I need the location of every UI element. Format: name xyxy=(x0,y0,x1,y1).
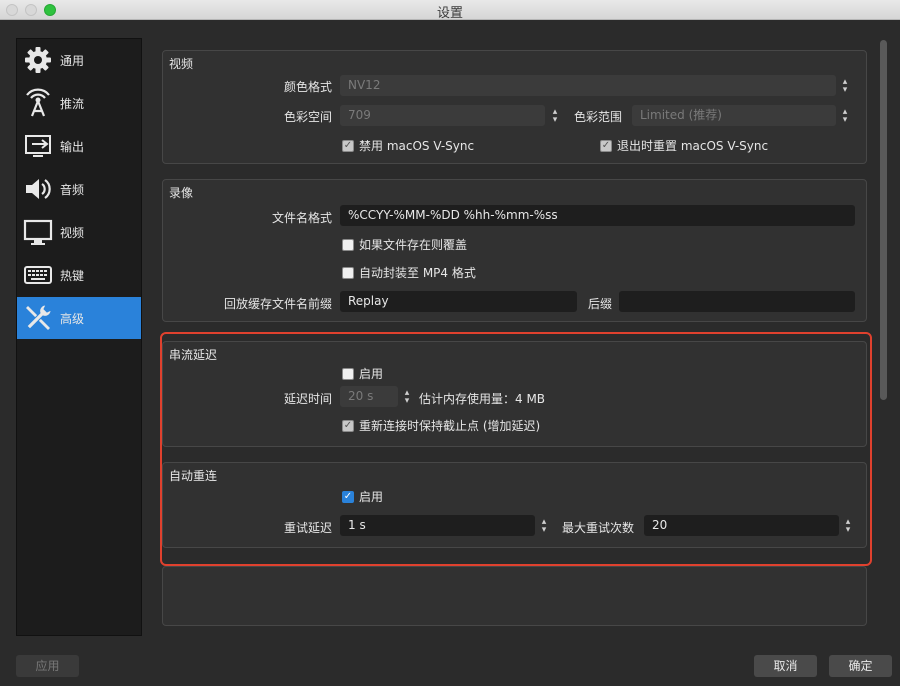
speaker-icon xyxy=(20,171,56,207)
gear-icon xyxy=(20,42,56,78)
settings-sidebar: 通用 推流 输出 音频 视频 热键 高级 xyxy=(16,38,142,636)
apply-button[interactable]: 应用 xyxy=(16,655,79,677)
sidebar-item-label: 视频 xyxy=(60,225,85,240)
color-range-select[interactable]: Limited (推荐) xyxy=(632,105,836,126)
checkbox-checked-icon: ✓ xyxy=(342,419,354,432)
color-space-label: 色彩空间 xyxy=(283,110,332,124)
stepper-icon[interactable]: ▴ ▾ xyxy=(537,515,551,536)
chevron-updown-icon[interactable]: ▴ ▾ xyxy=(838,75,852,96)
sidebar-item-hotkeys[interactable]: 热键 xyxy=(17,254,141,296)
ok-button[interactable]: 确定 xyxy=(829,655,892,677)
reset-vsync-checkbox[interactable]: ✓ 退出时重置 macOS V-Sync xyxy=(600,137,768,154)
checkbox-unchecked-icon xyxy=(342,238,354,251)
sidebar-item-label: 音频 xyxy=(60,182,85,197)
sidebar-item-label: 热键 xyxy=(60,268,85,283)
sidebar-item-label: 输出 xyxy=(60,139,85,154)
scrollbar-thumb[interactable] xyxy=(880,40,887,400)
broadcast-icon xyxy=(20,85,56,121)
max-retries-label: 最大重试次数 xyxy=(561,521,634,535)
sidebar-item-video[interactable]: 视频 xyxy=(17,211,141,253)
memory-estimate-text: 估计内存使用量：4 MB xyxy=(419,392,546,406)
replay-prefix-input[interactable]: Replay xyxy=(340,291,577,312)
sidebar-item-label: 通用 xyxy=(60,53,85,68)
preserve-cutoff-checkbox[interactable]: ✓ 重新连接时保持截止点 (增加延迟) xyxy=(342,417,540,434)
sidebar-item-stream[interactable]: 推流 xyxy=(17,82,141,124)
delay-duration-label: 延迟时间 xyxy=(283,392,332,406)
cancel-button[interactable]: 取消 xyxy=(754,655,817,677)
checkbox-checked-icon: ✓ xyxy=(342,490,354,503)
disable-vsync-checkbox[interactable]: ✓ 禁用 macOS V-Sync xyxy=(342,137,474,154)
remux-mp4-checkbox[interactable]: 自动封装至 MP4 格式 xyxy=(342,264,476,281)
delay-duration-input[interactable]: 20 s xyxy=(340,386,398,407)
video-group-title: 视频 xyxy=(169,57,194,71)
recording-group-title: 录像 xyxy=(169,186,194,200)
checkbox-checked-icon: ✓ xyxy=(600,139,612,152)
next-group-partial xyxy=(162,566,867,626)
retry-delay-input[interactable]: 1 s xyxy=(340,515,535,536)
stepper-icon[interactable]: ▴ ▾ xyxy=(400,386,414,407)
sidebar-item-label: 推流 xyxy=(60,96,85,111)
sidebar-item-output[interactable]: 输出 xyxy=(17,125,141,167)
color-format-select[interactable]: NV12 xyxy=(340,75,836,96)
retry-delay-label: 重试延迟 xyxy=(283,521,332,535)
color-range-label: 色彩范围 xyxy=(573,110,622,124)
stream-delay-group-title: 串流延迟 xyxy=(169,348,218,362)
suffix-input[interactable] xyxy=(619,291,855,312)
auto-reconnect-enable-checkbox[interactable]: ✓ 启用 xyxy=(342,488,383,505)
chevron-updown-icon[interactable]: ▴ ▾ xyxy=(838,105,852,126)
sidebar-item-label: 高级 xyxy=(60,311,85,326)
replay-prefix-label: 回放缓存文件名前缀 xyxy=(223,297,332,311)
sidebar-item-general[interactable]: 通用 xyxy=(17,39,141,81)
filename-format-input[interactable]: %CCYY-%MM-%DD %hh-%mm-%ss xyxy=(340,205,855,226)
sidebar-item-advanced[interactable]: 高级 xyxy=(17,297,141,339)
monitor-icon xyxy=(20,214,56,250)
window-title: 设置 xyxy=(436,6,463,21)
output-icon xyxy=(20,128,56,164)
checkbox-unchecked-icon xyxy=(342,266,354,279)
auto-reconnect-group-title: 自动重连 xyxy=(169,469,218,483)
checkbox-checked-icon: ✓ xyxy=(342,139,354,152)
filename-format-label: 文件名格式 xyxy=(271,211,332,225)
sidebar-item-audio[interactable]: 音频 xyxy=(17,168,141,210)
color-space-select[interactable]: 709 xyxy=(340,105,545,126)
title-bar: 设置 xyxy=(0,0,900,21)
tools-icon xyxy=(20,300,56,336)
keyboard-icon xyxy=(20,257,56,293)
color-format-label: 颜色格式 xyxy=(283,80,332,94)
suffix-label: 后缀 xyxy=(587,297,612,311)
checkbox-unchecked-icon xyxy=(342,367,354,380)
stepper-icon[interactable]: ▴ ▾ xyxy=(841,515,855,536)
max-retries-input[interactable]: 20 xyxy=(644,515,839,536)
overwrite-checkbox[interactable]: 如果文件存在则覆盖 xyxy=(342,236,467,253)
stream-delay-enable-checkbox[interactable]: 启用 xyxy=(342,365,383,382)
